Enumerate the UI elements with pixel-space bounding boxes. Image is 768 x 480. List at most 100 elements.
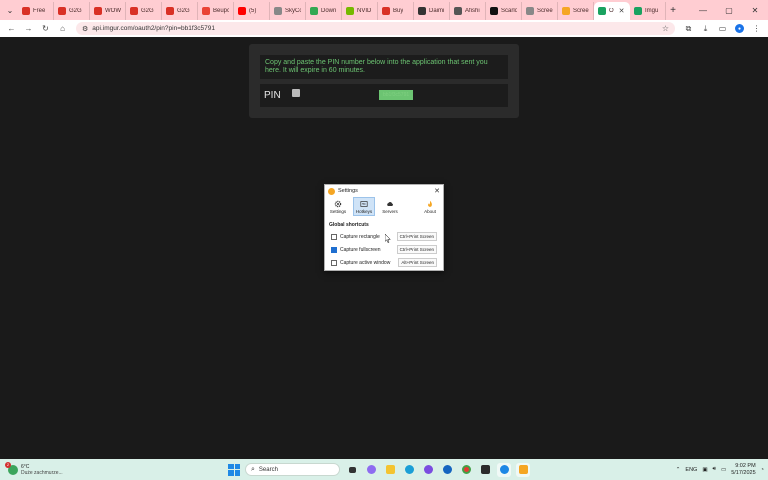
volume-icon[interactable]: 🔊︎ [713,466,716,473]
system-tray: ⌃ ENG ▣ 🔊︎ ▭ 9:02 PM 5/17/2025 ◔ [676,461,764,478]
tab-favicon-icon [562,7,570,15]
tab-search-icon[interactable]: ⌄ [2,2,18,18]
messenger-icon[interactable] [421,463,435,477]
tab-about[interactable]: About [419,197,441,216]
browser-tab[interactable]: Beupc [198,2,234,20]
tab-favicon-icon [346,7,354,15]
tab-favicon-icon [490,7,498,15]
start-button[interactable] [228,463,240,476]
gear-icon [334,200,342,207]
browser-tab[interactable]: Scree [522,2,558,20]
browser-tab[interactable]: Buy [378,2,414,20]
hotkey-row: Capture rectangle Ctrl+Print Screen [325,230,443,243]
browser-tab[interactable]: WOW [90,2,126,20]
browser-tab[interactable]: Down [306,2,342,20]
copy-icon[interactable] [292,88,300,97]
clock-date: 5/17/2025 [731,469,756,476]
reload-icon[interactable]: ↻ [38,21,53,36]
tab-favicon-icon [238,7,246,15]
hotkey-key-field[interactable]: Ctrl+Print Screen [396,232,437,241]
tab-favicon-icon [382,7,390,15]
browser-tab[interactable]: G2G [126,2,162,20]
browser-tab-strip: ⌄ Free G2G WOW G2G G2G Beupc (5) SkyCo Down NVID B… [0,0,768,20]
hotkey-key-field[interactable]: Ctrl+Print Screen [396,245,437,254]
weather-widget[interactable]: 2 6°C Duże zachmurze... [0,461,120,476]
home-icon[interactable]: ⌂ [55,21,70,36]
task-view-icon[interactable] [345,463,359,477]
hotkey-row: Capture fullscreen Ctrl+Print Screen [325,243,443,256]
weather-text: 6°C Duże zachmurze... [21,464,63,476]
hotkey-key-field[interactable]: Alt+Print Screen [398,258,437,267]
network-icon[interactable]: ▣ [702,467,707,473]
browser-tab[interactable]: Scarlo [486,2,522,20]
hotkey-checkbox[interactable] [331,259,337,266]
tab-label: Free [33,8,46,14]
bookmark-star-icon[interactable]: ☆ [662,24,669,33]
minimize-icon[interactable]: — [690,0,716,20]
battery-icon[interactable]: ▭ [721,467,726,473]
browser-tab[interactable]: Imgu [630,2,666,20]
tab-servers[interactable]: Servers [379,197,401,216]
browser-tab[interactable]: G2G [162,2,198,20]
chrome-icon[interactable] [459,463,473,477]
browser-tab[interactable]: Daimi [414,2,450,20]
download-icon[interactable]: ⤓ [698,21,713,36]
hotkey-label: Capture active window [340,259,391,266]
tab-close-icon[interactable]: ✕ [619,7,625,15]
screenshot-app-icon[interactable] [516,462,530,477]
app-yellow-icon[interactable] [478,463,492,477]
clock[interactable]: 9:02 PM 5/17/2025 [731,463,755,477]
close-window-icon[interactable]: ✕ [742,0,768,20]
chrome-active-icon[interactable] [497,462,511,477]
browser-tab[interactable]: SkyCo [270,2,306,20]
dialog-close-icon[interactable]: ✕ [434,187,440,195]
tab-servers-label: Servers [382,208,398,214]
profile-avatar[interactable]: ● [732,21,747,36]
hotkey-label: Capture fullscreen [340,246,381,253]
hotkey-row: Capture active window Alt+Print Screen [325,256,443,269]
tab-hotkeys-label: Hotkeys [355,208,373,214]
menu-icon[interactable]: ⋮ [749,21,764,36]
notification-icon[interactable]: ◔ [761,467,764,473]
browser-tab[interactable]: NVID [342,2,378,20]
forward-icon[interactable]: → [21,21,36,36]
maximize-icon[interactable]: ▢ [716,0,742,20]
tab-label: Down [321,8,337,14]
tab-favicon-icon [130,7,138,15]
browser-tab[interactable]: G2G [54,2,90,20]
browser-tab[interactable]: Scree [558,2,594,20]
search-placeholder: Search [258,466,278,473]
new-tab-button[interactable]: + [666,5,680,16]
flame-icon [428,200,432,207]
tab-favicon-icon [202,7,210,15]
browser-tab[interactable]: Afishi [450,2,486,20]
clock-time: 9:02 PM [735,462,756,469]
chevron-up-icon[interactable]: ⌃ [676,467,681,473]
browser-tab[interactable]: (5) [234,2,270,20]
taskbar-search[interactable]: ⌕ Search [245,463,340,476]
address-bar[interactable]: ⚙ api.imgur.com/oauth2/pin?pin=bb1f3c579… [76,22,675,35]
copilot-icon[interactable] [364,463,378,477]
browser-tab[interactable]: Free [18,2,54,20]
hotkey-checkbox[interactable] [331,246,337,253]
pin-card: Copy and paste the PIN number below into… [249,44,519,118]
tab-favicon-icon [598,7,606,15]
hotkey-checkbox[interactable] [331,233,337,240]
extensions-icon[interactable]: ⧉ [681,21,696,36]
tab-label: G2G [69,8,82,14]
tab-hotkeys[interactable]: Hotkeys [353,197,375,216]
pin-value[interactable]: bb1f3c5791 [379,90,414,100]
file-explorer-icon[interactable] [383,463,397,477]
site-info-icon[interactable]: ⚙ [82,25,88,33]
url-text: api.imgur.com/oauth2/pin?pin=bb1f3c5791 [92,25,215,32]
tab-settings[interactable]: Settings [327,197,349,216]
tab-label: G2G [177,8,190,14]
edge-icon[interactable] [402,463,416,477]
sidebar-icon[interactable]: ▭ [715,21,730,36]
weather-condition: Duże zachmurze... [21,469,63,476]
language-indicator[interactable]: ENG [685,467,697,473]
taskbar: 2 6°C Duże zachmurze... ⌕ Search ⌃ ENG ▣… [0,459,768,480]
browser-tab[interactable]: O ✕ [594,2,630,20]
back-icon[interactable]: ← [4,21,19,36]
app-badge-icon[interactable] [440,463,454,477]
